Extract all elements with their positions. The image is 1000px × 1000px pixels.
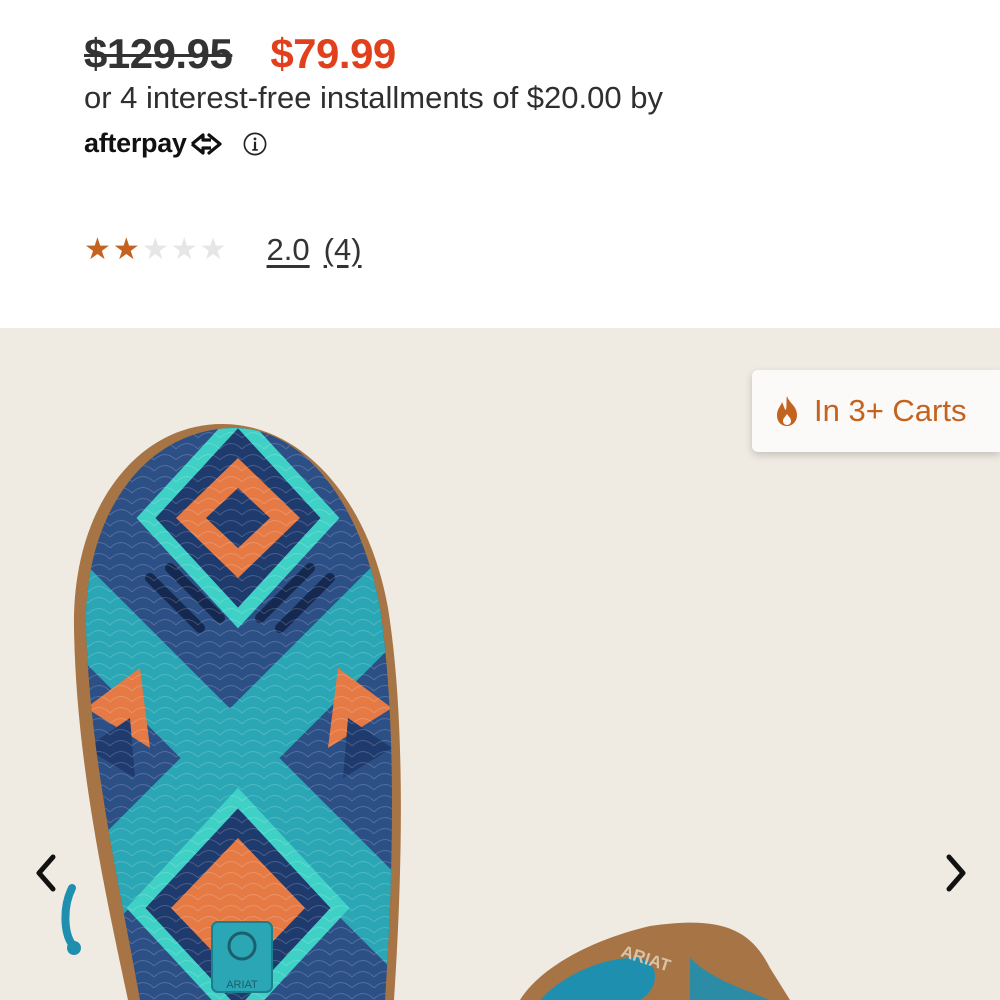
info-icon[interactable] (243, 132, 267, 156)
next-image-button[interactable] (936, 848, 976, 898)
chevron-left-icon (36, 854, 56, 892)
star-icon: ★ (170, 233, 198, 266)
chevron-right-icon (946, 854, 966, 892)
star-icon: ★ (141, 233, 169, 266)
afterpay-row: afterpay (84, 128, 267, 159)
rating-value-link[interactable]: 2.0 (267, 232, 310, 268)
star-icon: ★ (84, 233, 111, 266)
sale-price: $79.99 (270, 30, 396, 77)
original-price: $129.95 (84, 30, 233, 77)
price-row: $129.95 $79.99 (84, 30, 396, 78)
afterpay-arrows-icon (190, 132, 222, 155)
sole-logo-text: ARIAT (226, 979, 258, 991)
star-icon: ★ (112, 233, 140, 266)
in-carts-badge: In 3+ Carts (752, 370, 1000, 452)
flame-icon (777, 396, 797, 426)
review-count-link[interactable]: (4) (324, 232, 362, 268)
in-carts-label: In 3+ Carts (814, 393, 967, 428)
previous-image-button[interactable] (26, 848, 66, 898)
afterpay-logo[interactable]: afterpay (84, 128, 223, 159)
star-rating[interactable]: ★ ★ ★ ★ ★ (84, 235, 227, 265)
rating-row: ★ ★ ★ ★ ★ 2.0 (4) (84, 232, 362, 268)
star-icon: ★ (199, 233, 227, 266)
afterpay-logo-text: afterpay (84, 128, 187, 158)
installments-text: or 4 interest-free installments of $20.0… (84, 80, 663, 115)
